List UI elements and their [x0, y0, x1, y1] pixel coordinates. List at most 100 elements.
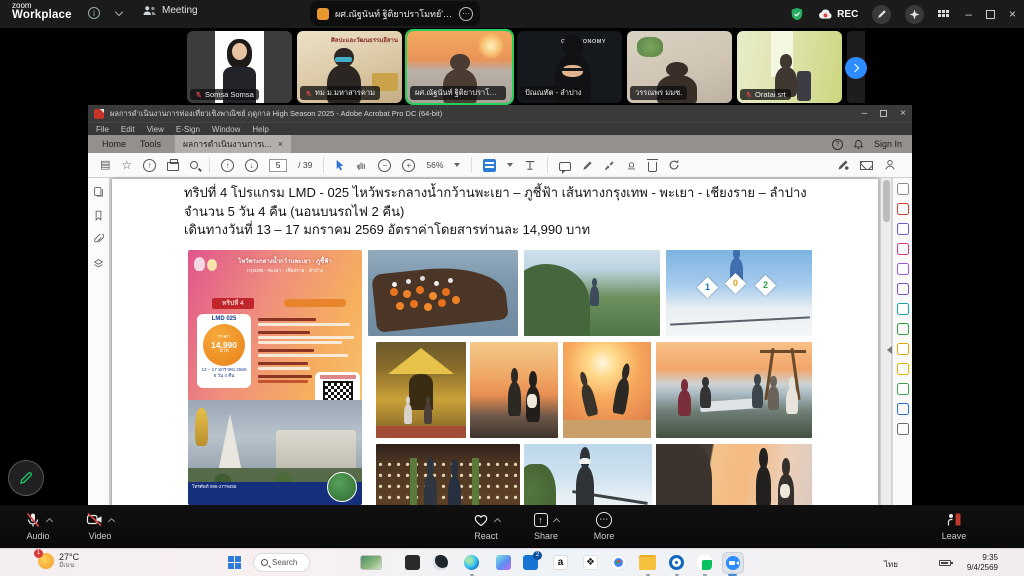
layers-icon[interactable]	[93, 258, 104, 269]
dark-app-icon[interactable]	[433, 555, 448, 570]
reading-mode-icon[interactable]	[524, 159, 536, 171]
input-language-indicator[interactable]: ไทย	[884, 558, 898, 571]
share-upload-icon[interactable]: ↑	[143, 159, 156, 172]
react-options-chevron[interactable]	[493, 517, 500, 524]
page-display-icon[interactable]	[483, 159, 496, 172]
stamp-icon[interactable]	[626, 160, 637, 171]
vertical-scrollbar[interactable]	[881, 178, 891, 505]
profile-icon[interactable]	[884, 159, 896, 171]
delete-icon[interactable]	[648, 162, 657, 172]
zoom-out-icon[interactable]: −	[378, 159, 391, 172]
acrobat-minimize-button[interactable]: –	[862, 108, 868, 119]
close-tab-icon[interactable]: ×	[278, 139, 283, 149]
find-text-tool-icon[interactable]	[897, 183, 909, 195]
previous-page-icon[interactable]: ↑	[221, 159, 234, 172]
more-tools-icon[interactable]	[897, 423, 909, 435]
video-options-chevron[interactable]	[108, 517, 115, 524]
participant-tile-lampang[interactable]: GASTRONOMY ปัณณทัต - ลำปาง	[517, 31, 622, 103]
fill-sign-tool-icon[interactable]	[897, 283, 909, 295]
search-icon[interactable]	[190, 161, 198, 169]
next-participants-button[interactable]	[845, 57, 867, 79]
audio-options-chevron[interactable]	[45, 517, 52, 524]
email-icon[interactable]	[860, 161, 873, 170]
comment-tool-icon[interactable]	[897, 363, 909, 375]
taskbar-clock[interactable]: 9:35 9/4/2569	[960, 553, 998, 573]
apps-grid-icon[interactable]	[938, 10, 951, 19]
widgets-app-icon[interactable]	[405, 555, 420, 570]
scan-ocr-tool-icon[interactable]	[897, 323, 909, 335]
tab-home[interactable]: Home	[102, 139, 126, 149]
participant-tile-presenter[interactable]: ผศ.ณัฐนันท์ ฐิติยาปราโมทย์	[407, 31, 512, 103]
page-thumbnails-icon[interactable]	[93, 186, 104, 197]
audio-button[interactable]: Audio	[14, 511, 62, 541]
print-production-tool-icon[interactable]	[897, 383, 909, 395]
recording-indicator[interactable]: REC	[818, 9, 858, 20]
hand-tool-icon[interactable]	[356, 159, 367, 171]
outlook-icon[interactable]	[669, 555, 684, 570]
annotation-pen-button[interactable]	[8, 460, 44, 496]
task-view-button[interactable]	[360, 555, 382, 570]
page-display-caret[interactable]	[507, 163, 513, 167]
help-icon[interactable]: ?	[832, 139, 843, 150]
menu-file[interactable]: File	[96, 125, 109, 134]
annotate-button[interactable]	[872, 5, 891, 24]
ink-sign-icon[interactable]	[604, 160, 615, 171]
print-icon[interactable]	[167, 162, 179, 171]
store-icon[interactable]: 2	[523, 555, 538, 570]
edge-icon[interactable]	[464, 555, 479, 570]
menu-help[interactable]: Help	[252, 125, 268, 134]
notifications-bell-icon[interactable]	[853, 139, 864, 150]
sign-in-button[interactable]: Sign In	[874, 139, 902, 149]
zoom-in-icon[interactable]: +	[402, 159, 415, 172]
dropbox-icon[interactable]: ❖	[583, 555, 598, 570]
ai-companion-button[interactable]	[905, 5, 924, 24]
tab-tools[interactable]: Tools	[140, 139, 161, 149]
tab-options-icon[interactable]: ⋯	[459, 7, 473, 21]
menu-view[interactable]: View	[147, 125, 164, 134]
participant-tile-wannaporn[interactable]: วรรณพร มมช.	[627, 31, 732, 103]
comment-icon[interactable]	[559, 162, 571, 171]
menu-edit[interactable]: Edit	[121, 125, 135, 134]
chrome-icon[interactable]	[611, 555, 626, 570]
menu-esign[interactable]: E-Sign	[176, 125, 200, 134]
react-button[interactable]: React	[462, 511, 510, 541]
maximize-button[interactable]	[986, 10, 995, 19]
save-icon[interactable]: ▤	[100, 160, 110, 171]
start-button[interactable]	[228, 556, 241, 569]
organize-pages-tool-icon[interactable]	[897, 343, 909, 355]
attachments-icon[interactable]	[93, 234, 104, 245]
participant-tile-somsa[interactable]: Somsa Somsa	[187, 31, 292, 103]
combine-files-tool-icon[interactable]	[897, 223, 909, 235]
send-for-comments-tool-icon[interactable]	[897, 303, 909, 315]
copilot-icon[interactable]	[496, 555, 511, 570]
select-tool-icon[interactable]	[335, 159, 345, 171]
tab-document[interactable]: ผลการดำเนินงานการเ... ×	[175, 135, 291, 153]
share-button[interactable]: ↑ Share	[522, 511, 570, 541]
acrobat-close-button[interactable]: ×	[900, 108, 906, 119]
next-page-icon[interactable]: ↓	[245, 159, 258, 172]
tab-meeting[interactable]: Meeting	[142, 5, 198, 16]
battery-icon[interactable]	[939, 560, 951, 566]
close-button[interactable]: ×	[1009, 8, 1016, 20]
security-shield-icon[interactable]	[790, 7, 804, 21]
pencil-icon[interactable]	[582, 160, 593, 171]
participant-tile-oratai[interactable]: Oratai srt	[737, 31, 842, 103]
amazon-icon[interactable]: a	[553, 555, 568, 570]
star-icon[interactable]: ☆	[121, 159, 132, 171]
tab-shared-screen[interactable]: ผศ.ณัฐนันท์ ฐิติยาปราโมทย์'s screen ⋯	[310, 1, 480, 26]
bookmarks-icon[interactable]	[93, 210, 104, 221]
chevron-down-icon[interactable]	[115, 8, 123, 16]
create-pdf-tool-icon[interactable]	[897, 203, 909, 215]
acrobat-restore-button[interactable]	[880, 110, 887, 117]
file-explorer-icon[interactable]	[639, 557, 656, 570]
line-icon[interactable]	[697, 555, 712, 570]
weather-widget[interactable]: 1 27°C มีเมฆ	[38, 552, 79, 570]
edit-pdf-tool-icon[interactable]	[897, 243, 909, 255]
scrollbar-thumb[interactable]	[883, 180, 890, 222]
info-icon[interactable]: i	[88, 7, 100, 19]
more-button[interactable]: ⋯ More	[580, 511, 628, 541]
video-button[interactable]: Video	[76, 511, 124, 541]
zoom-dropdown-caret[interactable]	[454, 163, 460, 167]
refresh-icon[interactable]	[668, 159, 680, 171]
zoom-level-value[interactable]: 56%	[426, 160, 443, 170]
